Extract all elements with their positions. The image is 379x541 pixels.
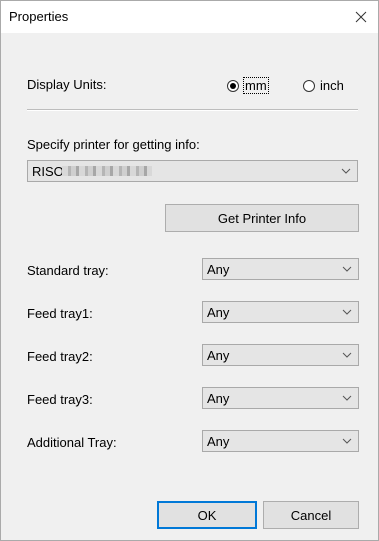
feed-tray2-select[interactable]: Any	[202, 344, 359, 366]
properties-dialog: Properties Display Units: mm inch Specif…	[0, 0, 379, 541]
standard-tray-value: Any	[207, 262, 230, 277]
close-icon	[355, 11, 367, 23]
feed-tray3-select[interactable]: Any	[202, 387, 359, 409]
feed-tray2-value: Any	[207, 348, 230, 363]
standard-tray-label: Standard tray:	[27, 263, 109, 278]
feed-tray3-label: Feed tray3:	[27, 392, 93, 407]
additional-tray-value: Any	[207, 434, 230, 449]
chevron-down-icon	[342, 395, 352, 401]
window-title: Properties	[9, 9, 69, 24]
feed-tray1-select[interactable]: Any	[202, 301, 359, 323]
display-units-label: Display Units:	[27, 77, 107, 92]
feed-tray3-value: Any	[207, 391, 230, 406]
additional-tray-select[interactable]: Any	[202, 430, 359, 452]
title-bar: Properties	[1, 1, 378, 33]
radio-mm-button[interactable]	[227, 79, 239, 92]
printer-name-redacted	[62, 166, 152, 176]
feed-tray1-value: Any	[207, 305, 230, 320]
printer-select[interactable]: RISO	[27, 160, 358, 182]
chevron-down-icon	[342, 352, 352, 358]
cancel-button[interactable]: Cancel	[263, 501, 359, 529]
chevron-down-icon	[342, 266, 352, 272]
printer-label: Specify printer for getting info:	[27, 137, 200, 152]
feed-tray2-label: Feed tray2:	[27, 349, 93, 364]
feed-tray1-label: Feed tray1:	[27, 306, 93, 321]
radio-mm[interactable]: mm	[227, 77, 269, 94]
chevron-down-icon	[342, 438, 352, 444]
separator	[27, 109, 358, 111]
close-button[interactable]	[344, 1, 378, 33]
standard-tray-select[interactable]: Any	[202, 258, 359, 280]
get-printer-info-button[interactable]: Get Printer Info	[165, 204, 359, 232]
radio-mm-label: mm	[243, 77, 269, 94]
additional-tray-label: Additional Tray:	[27, 435, 117, 450]
chevron-down-icon	[341, 168, 351, 174]
printer-select-value: RISO	[32, 164, 64, 179]
ok-button[interactable]: OK	[157, 501, 257, 529]
chevron-down-icon	[342, 309, 352, 315]
radio-inch-label: inch	[320, 78, 344, 93]
radio-inch-button[interactable]	[303, 79, 315, 92]
radio-selected-dot	[230, 82, 236, 89]
radio-inch[interactable]: inch	[303, 78, 344, 93]
